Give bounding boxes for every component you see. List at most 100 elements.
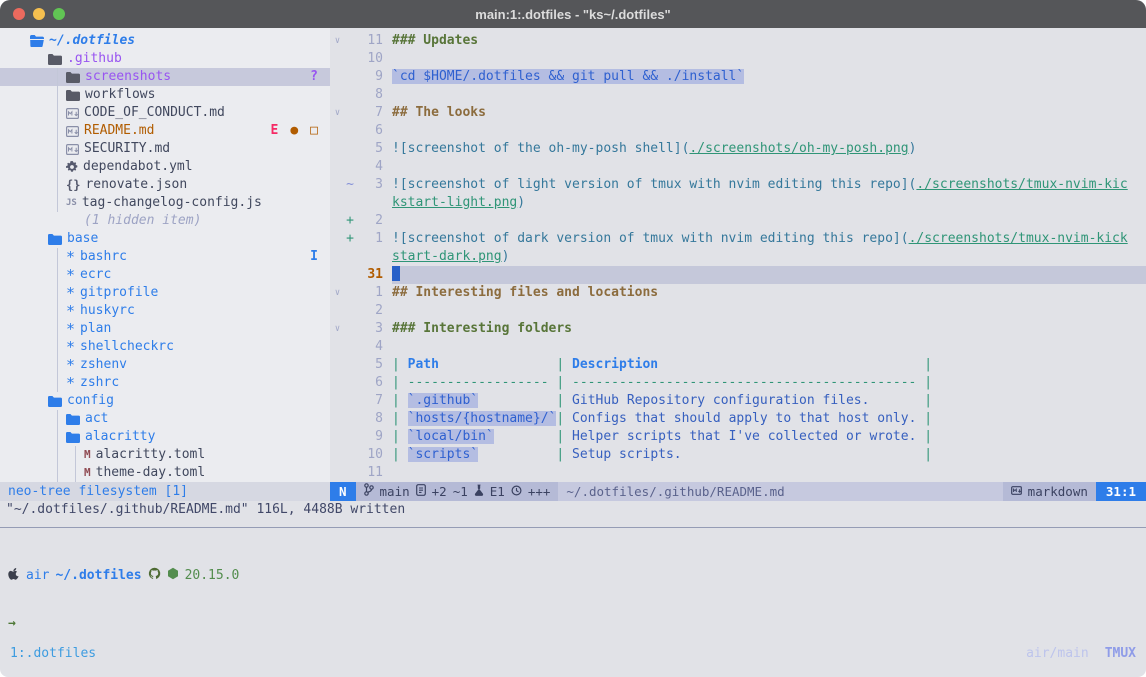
line-number: 10 (356, 446, 383, 464)
git-sign (344, 320, 356, 338)
buffer-icon (416, 482, 426, 501)
line-number: 3 (356, 320, 383, 338)
tree-item-README.md[interactable]: README.mdE●□ (0, 122, 330, 140)
fold-marker[interactable]: ∨ (331, 320, 344, 338)
tree-item-ecrc[interactable]: *ecrc (0, 266, 330, 284)
clock-icon (511, 482, 522, 501)
editor-line[interactable]: +1![screenshot of dark version of tmux w… (331, 230, 1146, 248)
editor-line[interactable]: 4 (331, 158, 1146, 176)
editor-line[interactable]: kstart-light.png) (331, 194, 1146, 212)
tree-item-plan[interactable]: *plan (0, 320, 330, 338)
minimize-button[interactable] (33, 8, 45, 20)
editor-line[interactable]: 5![screenshot of the oh-my-posh shell](.… (331, 140, 1146, 158)
fold-marker (331, 428, 344, 446)
tree-item-.dotfiles[interactable]: ~/.dotfiles (0, 32, 330, 50)
line-number: 31 (356, 266, 383, 284)
indent-guide (57, 374, 58, 392)
fold-marker[interactable]: ∨ (331, 32, 344, 50)
tree-item-label: renovate.json (85, 176, 187, 194)
editor-line[interactable]: 7| `.github` | GitHub Repository configu… (331, 392, 1146, 410)
indent-guide (57, 284, 58, 302)
fold-marker[interactable]: ∨ (331, 104, 344, 122)
lazy-plugin-count: +++ (528, 482, 551, 501)
tree-item-huskyrc[interactable]: *huskyrc (0, 302, 330, 320)
tree-item-label: plan (80, 320, 111, 338)
tree-item-config[interactable]: config (0, 392, 330, 410)
editor-line[interactable]: 9`cd $HOME/.dotfiles && git pull && ./in… (331, 68, 1146, 86)
shell-input-line[interactable]: → (8, 615, 239, 633)
editor-line[interactable]: 10| `scripts` | Setup scripts. | (331, 446, 1146, 464)
editor-line[interactable]: 10 (331, 50, 1146, 68)
flask-icon (474, 482, 484, 501)
fold-marker (331, 122, 344, 140)
tree-item-label: zshrc (80, 374, 119, 392)
editor-line[interactable]: ~3![screenshot of light version of tmux … (331, 176, 1146, 194)
tree-item-screenshots[interactable]: screenshots? (0, 68, 330, 86)
indent-guide (57, 266, 58, 284)
line-number: 9 (356, 68, 383, 86)
line-number: 6 (356, 122, 383, 140)
tree-item-theme-day.toml[interactable]: Mtheme-day.toml (0, 464, 330, 482)
git-sign (344, 392, 356, 410)
tree-item-.github[interactable]: .github (0, 50, 330, 68)
tree-item-alacritty[interactable]: alacritty (0, 428, 330, 446)
shell-prompt: air ~/.dotfiles 20.15.0 (8, 567, 239, 585)
editor-line[interactable]: +2 (331, 212, 1146, 230)
fold-marker[interactable]: ∨ (331, 284, 344, 302)
editor-line[interactable]: ∨3### Interesting folders (331, 320, 1146, 338)
maximize-button[interactable] (53, 8, 65, 20)
git-sign (344, 32, 356, 50)
line-text (392, 338, 1146, 356)
fold-marker (331, 266, 344, 284)
tree-item-shellcheckrc[interactable]: *shellcheckrc (0, 338, 330, 356)
editor-line[interactable]: 9| `local/bin` | Helper scripts that I'v… (331, 428, 1146, 446)
git-sign (344, 248, 356, 266)
editor-line[interactable]: start-dark.png) (331, 248, 1146, 266)
tree-item-zshrc[interactable]: *zshrc (0, 374, 330, 392)
tree-item-base[interactable]: base (0, 230, 330, 248)
neotree-file-tree: ~/.dotfiles.githubscreenshots?workflowsC… (0, 32, 330, 482)
tree-item-zshenv[interactable]: *zshenv (0, 356, 330, 374)
tree-item-tag-changelog-config.js[interactable]: JStag-changelog-config.js (0, 194, 330, 212)
fold-marker (331, 50, 344, 68)
diagnostic-error-count: E1 (490, 482, 505, 501)
tmux-window-tab[interactable]: 1:.dotfiles (10, 644, 96, 663)
git-sign (344, 194, 356, 212)
editor-cursor-line[interactable]: 31 (331, 266, 1146, 284)
tree-item-CODE_OF_CONDUCT.md[interactable]: CODE_OF_CONDUCT.md (0, 104, 330, 122)
fold-marker (331, 158, 344, 176)
mode-indicator: N (330, 482, 356, 501)
editor-line[interactable]: 8 (331, 86, 1146, 104)
git-sign (344, 50, 356, 68)
apple-icon (8, 567, 20, 586)
editor-line[interactable]: ∨1## Interesting files and locations (331, 284, 1146, 302)
editor-line[interactable]: 8| `hosts/{hostname}/`| Configs that sho… (331, 410, 1146, 428)
tree-item-alacritty.toml[interactable]: Malacritty.toml (0, 446, 330, 464)
editor-line[interactable]: ∨11### Updates (331, 32, 1146, 50)
editor-line[interactable]: 2 (331, 302, 1146, 320)
tree-item-renovate.json[interactable]: {}renovate.json (0, 176, 330, 194)
tree-item-1hiddenitem[interactable]: (1 hidden item) (0, 212, 330, 230)
editor-line[interactable]: 11 (331, 464, 1146, 482)
editor-line[interactable]: 5| Path | Description | (331, 356, 1146, 374)
editor-line[interactable]: 4 (331, 338, 1146, 356)
editor-buffer: ∨11### Updates109`cd $HOME/.dotfiles && … (331, 32, 1146, 482)
tree-item-label: workflows (85, 86, 155, 104)
indent-guide (57, 464, 58, 482)
editor-line[interactable]: ∨7## The looks (331, 104, 1146, 122)
tree-item-dependabot.yml[interactable]: dependabot.yml (0, 158, 330, 176)
fold-marker (331, 230, 344, 248)
editor-line[interactable]: 6 (331, 122, 1146, 140)
tree-item-act[interactable]: act (0, 410, 330, 428)
line-text: start-dark.png) (392, 248, 1146, 266)
vim-message-line: "~/.dotfiles/.github/README.md" 116L, 44… (6, 502, 405, 517)
js-icon: JS (0, 194, 77, 212)
editor-line[interactable]: 6| ------------------ | ----------------… (331, 374, 1146, 392)
tree-item-gitprofile[interactable]: *gitprofile (0, 284, 330, 302)
tree-item-workflows[interactable]: workflows (0, 86, 330, 104)
tree-item-bashrc[interactable]: *bashrcI (0, 248, 330, 266)
tree-item-SECURITY.md[interactable]: SECURITY.md (0, 140, 330, 158)
close-button[interactable] (13, 8, 25, 20)
line-number: 1 (356, 230, 383, 248)
git-sign (344, 158, 356, 176)
